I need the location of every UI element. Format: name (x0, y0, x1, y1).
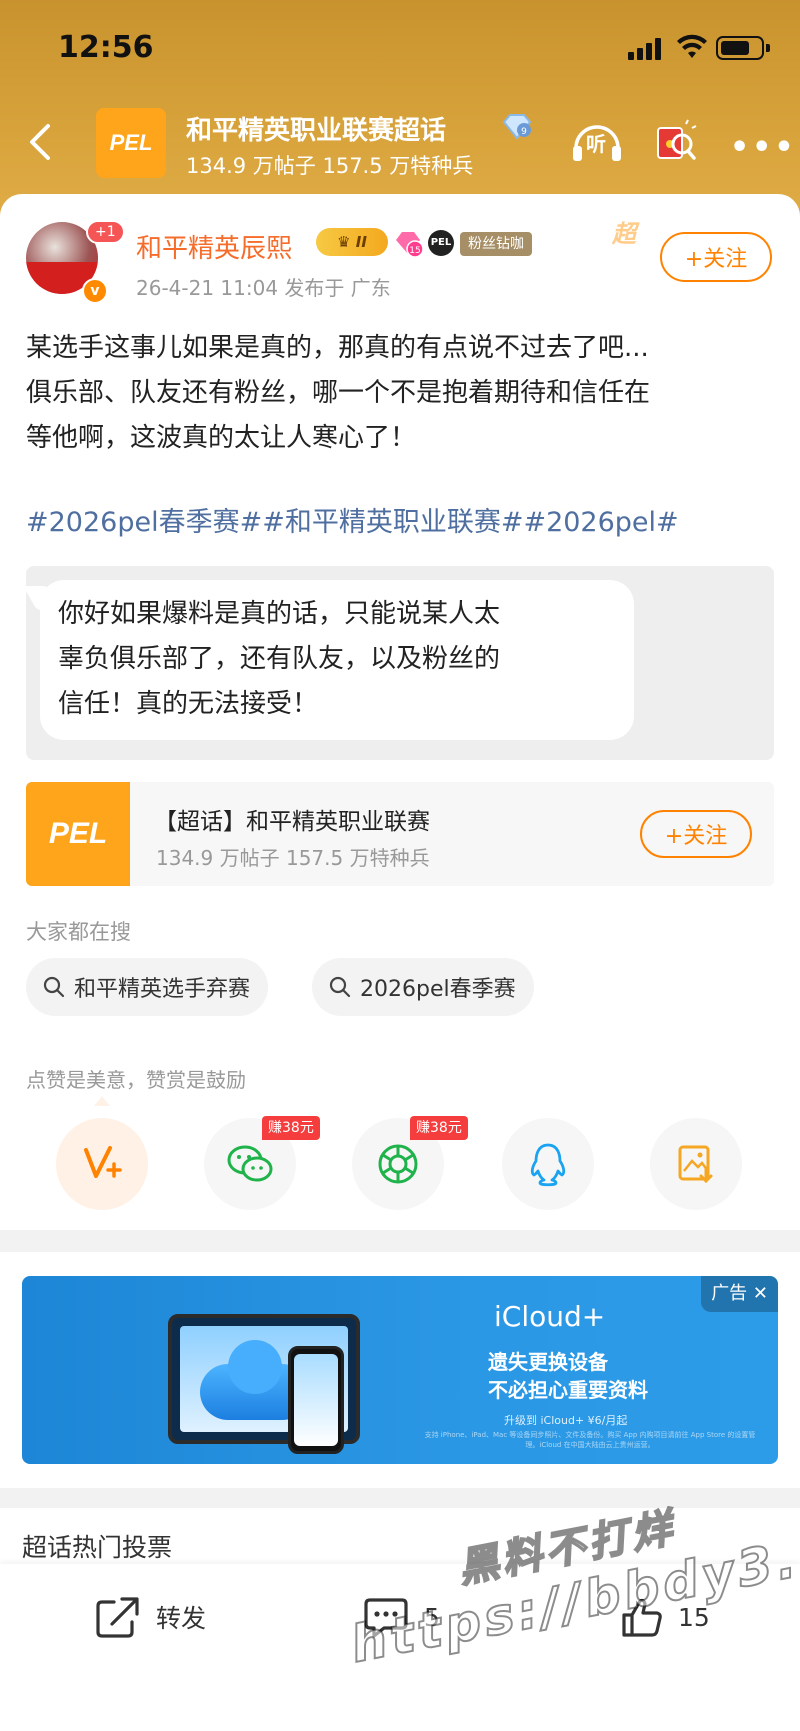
svg-text:9: 9 (521, 127, 527, 137)
tooltip-caret (94, 1096, 110, 1106)
team-badge: PEL (428, 230, 454, 256)
save-image-icon (678, 1145, 713, 1184)
iphone-illustration (288, 1346, 344, 1454)
plus-badge: +1 (86, 220, 125, 244)
earn-tag: 赚38元 (410, 1116, 468, 1140)
trending-search-title: 大家都在搜 (26, 920, 131, 944)
ad-close-button[interactable]: 广告 ✕ (701, 1276, 778, 1312)
more-options-icon[interactable]: ••• (730, 130, 797, 165)
status-time: 12:56 (58, 30, 154, 65)
crown-badge: ♛ II (316, 228, 388, 256)
post-body-line: 等他啊，这波真的太让人寒心了！ (26, 423, 417, 453)
supertopic-card-stats: 134.9 万帖子 157.5 万特种兵 (156, 846, 430, 870)
status-bar: 12:56 (0, 0, 800, 96)
vote-title[interactable]: 超话热门投票 (22, 1528, 172, 1564)
comment-count: 5 (424, 1602, 440, 1632)
quote-line: 信任！真的无法接受！ (58, 689, 319, 719)
follow-supertopic-button[interactable]: +关注 (640, 810, 752, 858)
diamond-level-icon: 9 (502, 114, 532, 140)
like-button[interactable]: 15 (620, 1592, 710, 1642)
comment-icon (364, 1598, 408, 1638)
wechat-icon (227, 1145, 273, 1182)
repost-label: 转发 (156, 1604, 207, 1633)
search-chip-label: 2026pel春季赛 (360, 977, 516, 1002)
search-chip[interactable]: 2026pel春季赛 (312, 958, 534, 1016)
supertopic-card-logo: PEL (26, 782, 130, 886)
save-image-button[interactable] (650, 1118, 742, 1210)
post-body-line: 俱乐部、队友还有粉丝，哪一个不是抱着期待和信任在 (26, 378, 651, 408)
search-chip[interactable]: 和平精英选手弃赛 (26, 958, 269, 1016)
page-subtitle: 134.9 万帖子 157.5 万特种兵 (186, 154, 474, 178)
level-gem-number: 15 (409, 246, 420, 256)
ad-price: 升级到 iCloud+ ¥6/月起 (504, 1414, 628, 1427)
follow-author-button[interactable]: +关注 (660, 232, 772, 282)
reward-v-plus-button[interactable] (56, 1118, 148, 1210)
repost-icon (96, 1597, 139, 1638)
quote-line: 辜负俱乐部了，还有队友，以及粉丝的 (58, 644, 501, 674)
logo-text: PEL (109, 130, 153, 155)
post-meta: 26-4-21 11:04 发布于 广东 (136, 276, 391, 300)
listen-button[interactable]: 听 (570, 118, 624, 164)
quote-text: 你好如果爆料是真的话，只能说某人太 辜负俱乐部了，还有队友，以及粉丝的 信任！真… (58, 592, 618, 727)
ad-headline-2: 不必担心重要资料 (488, 1378, 648, 1402)
listen-label: 听 (586, 132, 606, 156)
supertopic-card-title: 【超话】和平精英职业联赛 (154, 809, 430, 835)
page-title: 和平精英职业联赛超话 (186, 116, 447, 146)
like-count: 15 (678, 1602, 710, 1632)
ad-headline: 遗失更换设备 (488, 1350, 608, 1374)
repost-button[interactable]: 转发 (94, 1592, 206, 1642)
earn-tag: 赚38元 (262, 1116, 320, 1140)
search-icon (329, 976, 351, 998)
qq-icon (530, 1143, 566, 1187)
logo-text: PEL (48, 817, 108, 850)
v-plus-icon (84, 1146, 122, 1178)
bottom-action-bar (0, 1564, 800, 1731)
cellular-signal-icon (628, 38, 664, 60)
back-arrow-icon[interactable] (22, 120, 62, 164)
fan-tag: 粉丝钻咖 (460, 232, 532, 256)
verified-icon: v (82, 278, 108, 304)
ad-title: iCloud+ (494, 1300, 606, 1333)
battery-icon (716, 36, 770, 60)
search-chip-label: 和平精英选手弃赛 (74, 977, 251, 1002)
post-body: 某选手这事儿如果是真的，那真的有点说不过去了吧... 俱乐部、队友还有粉丝，哪一… (26, 326, 776, 461)
wifi-icon (677, 34, 707, 58)
search-icon (43, 976, 65, 998)
post-body-line: 某选手这事儿如果是真的，那真的有点说不过去了吧... (26, 333, 649, 363)
reward-title: 点赞是美意，赞赏是鼓励 (26, 1068, 246, 1092)
quote-line: 你好如果爆料是真的话，只能说某人太 (58, 599, 501, 629)
icloud-ad-banner[interactable]: 广告 ✕ iCloud+ 遗失更换设备 不必担心重要资料 升级到 iCloud+… (22, 1276, 778, 1464)
thumbs-up-icon (622, 1598, 662, 1637)
supertopic-card[interactable]: PEL 【超话】和平精英职业联赛 134.9 万帖子 157.5 万特种兵 +关… (26, 782, 774, 886)
author-name[interactable]: 和平精英辰熙 (136, 228, 292, 265)
ad-fine-print: 支持 iPhone、iPad、Mac 等设备同步照片、文件及备份。购买 App … (424, 1431, 756, 1449)
share-qq-button[interactable] (502, 1118, 594, 1210)
red-packet-search-icon[interactable] (652, 118, 698, 164)
comment-button[interactable]: 5 (362, 1592, 440, 1642)
supertopic-logo[interactable]: PEL (96, 108, 166, 178)
crown-badge-label: II (355, 233, 367, 251)
hashtag-links[interactable]: #2026pel春季赛##和平精英职业联赛##2026pel# (26, 500, 679, 539)
level-gem-icon: 15 (396, 232, 424, 258)
moments-icon (378, 1144, 418, 1184)
crown-icon: ♛ (337, 233, 356, 251)
